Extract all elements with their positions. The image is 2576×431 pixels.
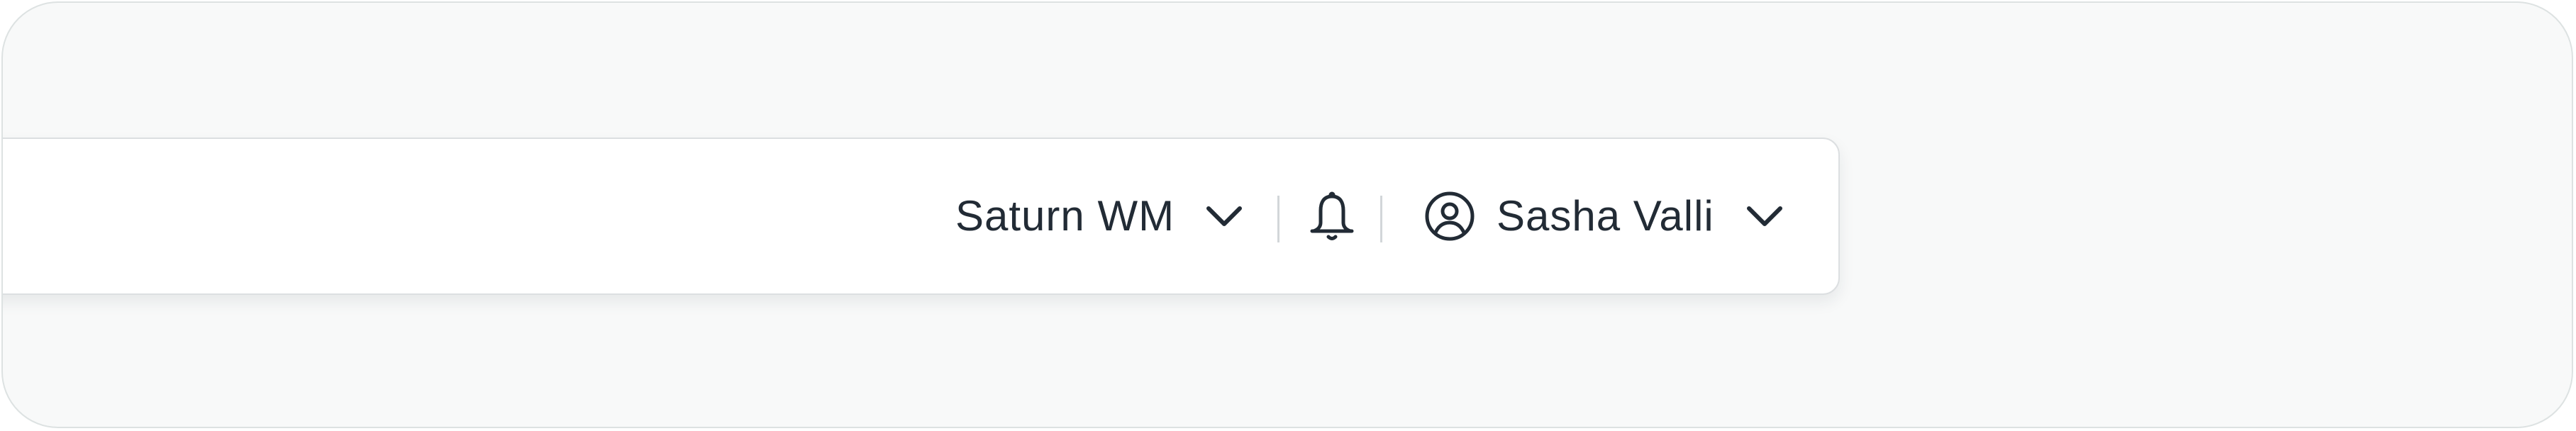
app-window: Saturn WM Sasha Valli — [1, 1, 2573, 428]
top-navigation-bar: Saturn WM Sasha Valli — [3, 138, 1840, 295]
toolbar-divider — [1277, 196, 1279, 242]
notifications-button[interactable] — [1306, 139, 1358, 293]
chevron-down-icon — [1746, 206, 1782, 226]
chevron-down-icon — [1206, 206, 1243, 226]
user-menu[interactable]: Sasha Valli — [1424, 139, 1784, 293]
toolbar-divider — [1380, 196, 1382, 242]
user-circle-icon — [1425, 191, 1475, 241]
user-name: Sasha Valli — [1497, 192, 1714, 240]
workspace-name: Saturn WM — [955, 192, 1175, 240]
workspace-switcher[interactable]: Saturn WM — [955, 139, 1243, 293]
bell-icon — [1310, 191, 1354, 240]
